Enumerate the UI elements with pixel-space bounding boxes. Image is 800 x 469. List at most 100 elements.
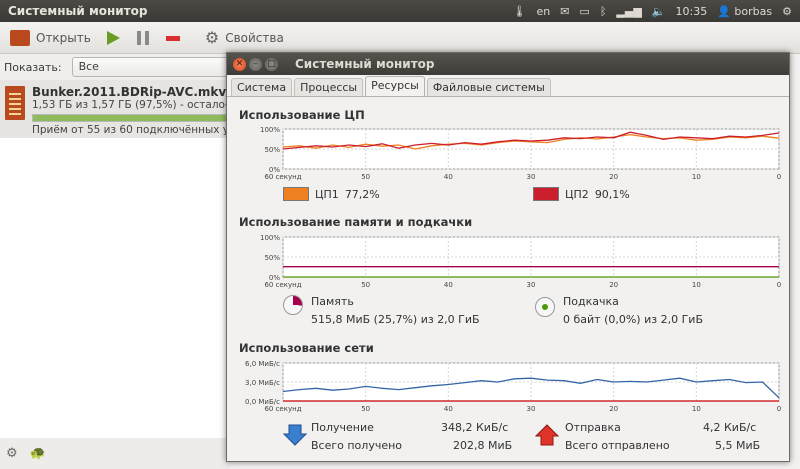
download-arrow-icon[interactable]	[283, 423, 307, 447]
recv-total-label: Всего получено	[311, 439, 403, 452]
bluetooth-icon[interactable]: ᛒ	[600, 5, 607, 18]
cpu1-color-swatch[interactable]	[283, 187, 309, 201]
y-tick-label: 6,0 МиБ/с	[245, 360, 280, 368]
swap-pie-wrap	[535, 297, 555, 317]
gear-icon: ⚙	[204, 28, 220, 47]
transmission-toolbar: Открыть ⚙ Свойства	[0, 22, 800, 54]
x-tick-label: 30	[527, 405, 536, 413]
transmission-status-bar: ⚙ 🐢	[0, 438, 230, 469]
window-title: Системный монитор	[295, 57, 435, 71]
recv-rate: 348,2 КиБ/с	[441, 421, 509, 434]
thermometer-icon[interactable]: 🌡	[512, 5, 526, 18]
mail-icon[interactable]: ✉	[560, 5, 569, 18]
x-tick-label: 60 секунд	[264, 405, 301, 413]
window-titlebar[interactable]: ✕ – □ Системный монитор	[227, 53, 789, 75]
settings-gear-icon[interactable]: ⚙	[6, 446, 18, 461]
x-tick-label: 40	[444, 405, 453, 413]
user-icon: 👤	[717, 4, 731, 18]
x-tick-label: 20	[609, 173, 618, 181]
volume-icon[interactable]: 🔈	[652, 5, 666, 18]
play-icon	[106, 30, 120, 45]
x-tick-label: 0	[777, 173, 781, 181]
torrent-list: Bunker.2011.BDRip-AVC.mkv 1,53 ГБ из 1,5…	[0, 80, 286, 438]
x-tick-label: 20	[609, 281, 618, 289]
cpu1-legend: ЦП1 77,2%	[283, 187, 380, 201]
properties-label: Свойства	[225, 30, 284, 45]
memory-pie-icon[interactable]	[283, 295, 303, 315]
torrent-progress-bar	[32, 114, 232, 122]
y-tick-label: 100%	[260, 126, 280, 134]
x-tick-label: 50	[361, 281, 370, 289]
pause-icon	[136, 30, 149, 45]
x-tick-label: 10	[692, 405, 701, 413]
send-rate: 4,2 КиБ/с	[703, 421, 757, 434]
cpu-section-title: Использование ЦП	[239, 108, 365, 122]
network-signal-icon[interactable]: ▂▄▆	[616, 5, 641, 18]
torrent-row[interactable]: Bunker.2011.BDRip-AVC.mkv 1,53 ГБ из 1,5…	[0, 80, 286, 138]
recv-total: 202,8 МиБ	[453, 439, 513, 452]
swap-pie-icon[interactable]	[535, 297, 555, 317]
filter-combo[interactable]: Все	[71, 57, 230, 77]
tab-processes[interactable]: Процессы	[294, 78, 364, 96]
cpu2-value: 90,1%	[594, 187, 630, 201]
filter-bar: Показать: Все	[0, 54, 230, 80]
x-tick-label: 0	[777, 405, 781, 413]
keyboard-layout-indicator[interactable]: en	[536, 5, 550, 18]
x-tick-label: 10	[692, 173, 701, 181]
send-total-label: Всего отправлено	[565, 439, 670, 452]
minimize-icon[interactable]: –	[249, 57, 262, 71]
memory-value: 515,8 МиБ (25,7%) из 2,0 ГиБ	[311, 313, 480, 326]
memory-section-title: Использование памяти и подкачки	[239, 215, 473, 229]
x-tick-label: 60 секунд	[264, 281, 301, 289]
y-tick-label: 3,0 МиБ/с	[245, 379, 280, 387]
cpu1-label: ЦП1	[315, 187, 339, 201]
user-name: borbas	[734, 4, 773, 18]
send-total: 5,5 МиБ	[715, 439, 761, 452]
y-tick-label: 100%	[260, 234, 280, 242]
system-monitor-window: ✕ – □ Системный монитор Система Процессы…	[226, 52, 790, 462]
x-tick-label: 30	[527, 281, 536, 289]
open-button[interactable]: Открыть	[6, 29, 95, 46]
memory-graph: 100%50%0%60 секунд 50 40 30 20 10 0	[260, 234, 781, 289]
properties-button[interactable]: ⚙ Свойства	[201, 28, 288, 47]
y-tick-label: 50%	[264, 254, 280, 262]
open-folder-icon	[10, 29, 30, 46]
torrent-name: Bunker.2011.BDRip-AVC.mkv	[32, 85, 227, 99]
y-tick-label: 50%	[264, 146, 280, 154]
tab-bar: Система Процессы Ресурсы Файловые систем…	[227, 75, 789, 97]
x-tick-label: 60 секунд	[264, 173, 301, 181]
x-tick-label: 50	[361, 173, 370, 181]
open-label: Открыть	[36, 30, 91, 45]
turtle-icon[interactable]: 🐢	[30, 446, 46, 461]
battery-icon[interactable]: ▭	[579, 5, 589, 18]
cpu2-label: ЦП2	[565, 187, 589, 201]
memory-label: Память	[311, 295, 354, 308]
pause-button[interactable]	[131, 30, 155, 46]
start-button[interactable]	[101, 30, 125, 46]
x-tick-label: 40	[444, 281, 453, 289]
memory-pie-wrap	[283, 295, 303, 315]
clock[interactable]: 10:35	[676, 5, 708, 18]
remove-icon	[165, 35, 180, 41]
maximize-icon[interactable]: □	[265, 57, 278, 71]
swap-label: Подкачка	[563, 295, 619, 308]
x-tick-label: 0	[777, 281, 781, 289]
torrent-progress-fill	[33, 115, 227, 121]
tab-filesystems[interactable]: Файловые системы	[426, 78, 551, 96]
cpu1-value: 77,2%	[344, 187, 380, 201]
x-tick-label: 40	[444, 173, 453, 181]
close-icon[interactable]: ✕	[233, 57, 246, 71]
tab-system[interactable]: Система	[231, 78, 293, 96]
remove-button[interactable]	[161, 30, 185, 46]
user-menu[interactable]: 👤 borbas	[717, 5, 772, 18]
x-tick-label: 10	[692, 281, 701, 289]
video-file-icon	[5, 86, 25, 120]
upload-arrow-icon[interactable]	[535, 423, 559, 447]
system-tray: 🌡 en ✉ ▭ ᛒ ▂▄▆ 🔈 10:35 👤 borbas ⚙	[512, 5, 800, 18]
cpu2-color-swatch[interactable]	[533, 187, 559, 201]
tab-resources[interactable]: Ресурсы	[365, 76, 425, 96]
x-tick-label: 30	[527, 173, 536, 181]
power-gear-icon[interactable]: ⚙	[782, 5, 792, 18]
x-tick-label: 20	[609, 405, 618, 413]
swap-pie-dot	[542, 304, 548, 310]
